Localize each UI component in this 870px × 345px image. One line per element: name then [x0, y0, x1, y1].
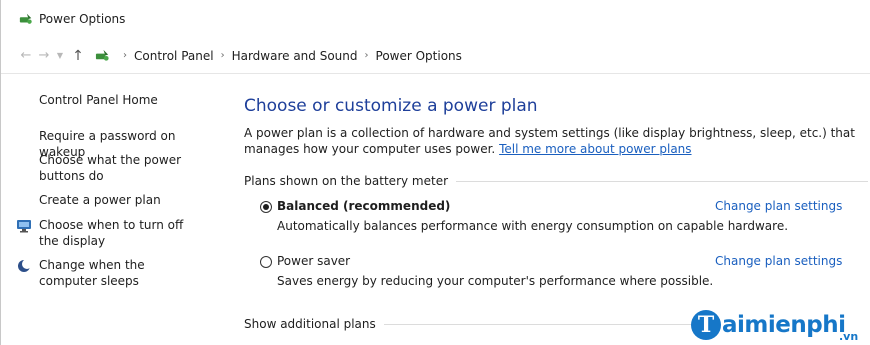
breadcrumb-power-options[interactable]: Power Options	[376, 49, 462, 63]
recent-locations-chevron-icon[interactable]: ▼	[53, 51, 67, 60]
balanced-plan-name[interactable]: Balanced (recommended)	[277, 199, 450, 213]
balanced-plan-description: Automatically balances performance with …	[277, 219, 789, 233]
back-arrow-icon[interactable]: ←	[17, 48, 35, 63]
forward-arrow-icon[interactable]: →	[35, 48, 53, 63]
up-arrow-icon[interactable]: ↑	[69, 48, 87, 64]
power-saver-radio[interactable]	[260, 256, 272, 268]
power-options-window: Power Options ← → ▼ ↑ › Control Panel › …	[0, 0, 870, 345]
plan-power-saver: Power saver Change plan settings Saves e…	[260, 254, 860, 294]
sidebar-item-computer-sleeps[interactable]: Change when the computer sleeps	[39, 257, 204, 289]
control-panel-icon	[95, 49, 109, 61]
breadcrumb-separator-icon: ›	[364, 50, 369, 61]
taimienphi-watermark: T aimienphi .vn	[691, 300, 858, 343]
breadcrumb-separator-icon: ›	[123, 50, 127, 61]
plan-balanced: Balanced (recommended) Change plan setti…	[260, 199, 860, 239]
battery-meter-section-header: Plans shown on the battery meter	[244, 174, 869, 188]
sidebar-item-power-buttons[interactable]: Choose what the power buttons do	[39, 152, 189, 184]
breadcrumb-control-panel[interactable]: Control Panel	[134, 49, 214, 63]
window-title: Power Options	[39, 12, 126, 26]
address-bar: ← → ▼ ↑ › Control Panel › Hardware and S…	[1, 38, 870, 74]
power-saver-plan-description: Saves energy by reducing your computer's…	[277, 274, 714, 288]
balanced-radio[interactable]	[260, 201, 272, 213]
show-additional-plans-label[interactable]: Show additional plans	[244, 317, 376, 331]
additional-plans-header[interactable]: Show additional plans	[244, 317, 704, 331]
watermark-suffix: .vn	[839, 330, 859, 343]
power-saver-plan-name[interactable]: Power saver	[277, 254, 350, 268]
sidebar-item-turn-off-display[interactable]: Choose when to turn off the display	[39, 217, 204, 249]
breadcrumb-hardware-and-sound[interactable]: Hardware and Sound	[232, 49, 358, 63]
power-saver-change-settings-link[interactable]: Change plan settings	[715, 254, 842, 268]
power-options-icon	[19, 13, 32, 24]
title-bar: Power Options	[1, 0, 870, 38]
taimienphi-logo-icon: T	[691, 310, 721, 340]
control-panel-home-link[interactable]: Control Panel Home	[39, 92, 224, 108]
battery-meter-section-label: Plans shown on the battery meter	[244, 174, 449, 188]
learn-more-link[interactable]: Tell me more about power plans	[499, 142, 691, 156]
section-divider	[383, 323, 704, 325]
display-power-icon	[17, 220, 31, 233]
watermark-brand: aimienphi	[722, 312, 846, 338]
section-divider	[456, 180, 869, 182]
page-description: A power plan is a collection of hardware…	[244, 125, 859, 157]
sidebar-item-create-plan[interactable]: Create a power plan	[39, 192, 224, 208]
left-nav: Control Panel Home Require a password on…	[1, 74, 226, 345]
balanced-change-settings-link[interactable]: Change plan settings	[715, 199, 842, 213]
moon-icon	[18, 259, 32, 272]
breadcrumb-separator-icon: ›	[220, 50, 225, 61]
page-title: Choose or customize a power plan	[244, 96, 538, 116]
